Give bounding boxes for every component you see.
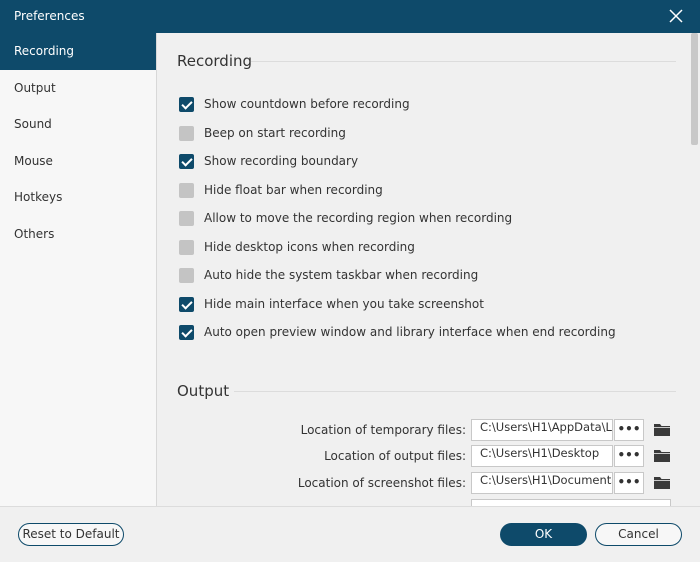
option-row[interactable]: Hide main interface when you take screen… [179,294,484,314]
option-label: Show countdown before recording [204,97,410,111]
checkbox-unchecked[interactable] [179,182,194,198]
partial-field[interactable] [471,499,671,506]
checkbox-checked[interactable] [179,96,194,112]
checkbox-checked[interactable] [179,153,194,169]
sidebar-item-others[interactable]: Others [0,216,156,253]
option-row[interactable]: Hide desktop icons when recording [179,237,415,257]
output-files-row: Location of output files: C:\Users\H1\De… [158,445,688,467]
folder-icon[interactable] [653,475,671,490]
sidebar: Recording Output Sound Mouse Hotkeys Oth… [0,33,157,506]
option-row[interactable]: Auto open preview window and library int… [179,322,616,342]
settings-panel: Recording Show countdown before recordin… [158,33,688,506]
scrollbar[interactable] [688,33,700,506]
screenshot-files-row: Location of screenshot files: C:\Users\H… [158,472,688,494]
cancel-button[interactable]: Cancel [595,523,682,546]
temp-files-row: Location of temporary files: C:\Users\H1… [158,419,688,441]
checkbox-unchecked[interactable] [179,210,194,226]
option-label: Hide desktop icons when recording [204,240,415,254]
option-label: Auto hide the system taskbar when record… [204,268,479,282]
option-row[interactable]: Allow to move the recording region when … [179,208,512,228]
output-files-path-field[interactable]: C:\Users\H1\Desktop [471,445,613,467]
option-row[interactable]: Auto hide the system taskbar when record… [179,265,478,285]
checkbox-unchecked[interactable] [179,125,194,141]
temp-files-path-field[interactable]: C:\Users\H1\AppData\Lo [471,419,613,441]
window-title: Preferences [14,9,85,23]
ok-button[interactable]: OK [500,523,587,546]
partial-row [158,499,688,506]
footer: Reset to Default OK Cancel [0,506,700,562]
checkbox-checked[interactable] [179,324,194,340]
option-label: Allow to move the recording region when … [204,211,513,225]
folder-icon[interactable] [653,422,671,437]
sidebar-item-mouse[interactable]: Mouse [0,143,156,180]
recording-section-title: Recording [177,52,253,70]
option-label: Show recording boundary [204,154,359,168]
option-label: Auto open preview window and library int… [204,325,616,339]
option-label: Hide main interface when you take screen… [204,297,484,311]
scrollbar-thumb[interactable] [691,33,698,145]
reset-to-default-button[interactable]: Reset to Default [18,523,124,546]
close-icon[interactable] [668,8,684,24]
sidebar-item-output[interactable]: Output [0,70,156,107]
sidebar-item-hotkeys[interactable]: Hotkeys [0,179,156,216]
option-label: Beep on start recording [204,126,346,140]
checkbox-unchecked[interactable] [179,267,194,283]
checkbox-checked[interactable] [179,296,194,312]
sidebar-item-recording[interactable]: Recording [0,33,156,70]
option-row[interactable]: Beep on start recording [179,123,346,143]
output-section-title: Output [177,382,230,400]
section-divider [251,61,676,62]
screenshot-files-path-field[interactable]: C:\Users\H1\Documents [471,472,613,494]
browse-button[interactable]: ••• [614,472,644,494]
field-label: Location of temporary files: [300,423,466,437]
sidebar-item-sound[interactable]: Sound [0,106,156,143]
folder-icon[interactable] [653,448,671,463]
section-divider [234,391,676,392]
browse-button[interactable]: ••• [614,445,644,467]
field-label: Location of screenshot files: [297,476,466,490]
checkbox-unchecked[interactable] [179,239,194,255]
option-label: Hide float bar when recording [204,183,383,197]
option-row[interactable]: Show recording boundary [179,151,358,171]
field-label: Location of output files: [324,449,466,463]
title-bar: Preferences [0,0,700,33]
option-row[interactable]: Hide float bar when recording [179,180,383,200]
option-row[interactable]: Show countdown before recording [179,94,410,114]
browse-button[interactable]: ••• [614,419,644,441]
